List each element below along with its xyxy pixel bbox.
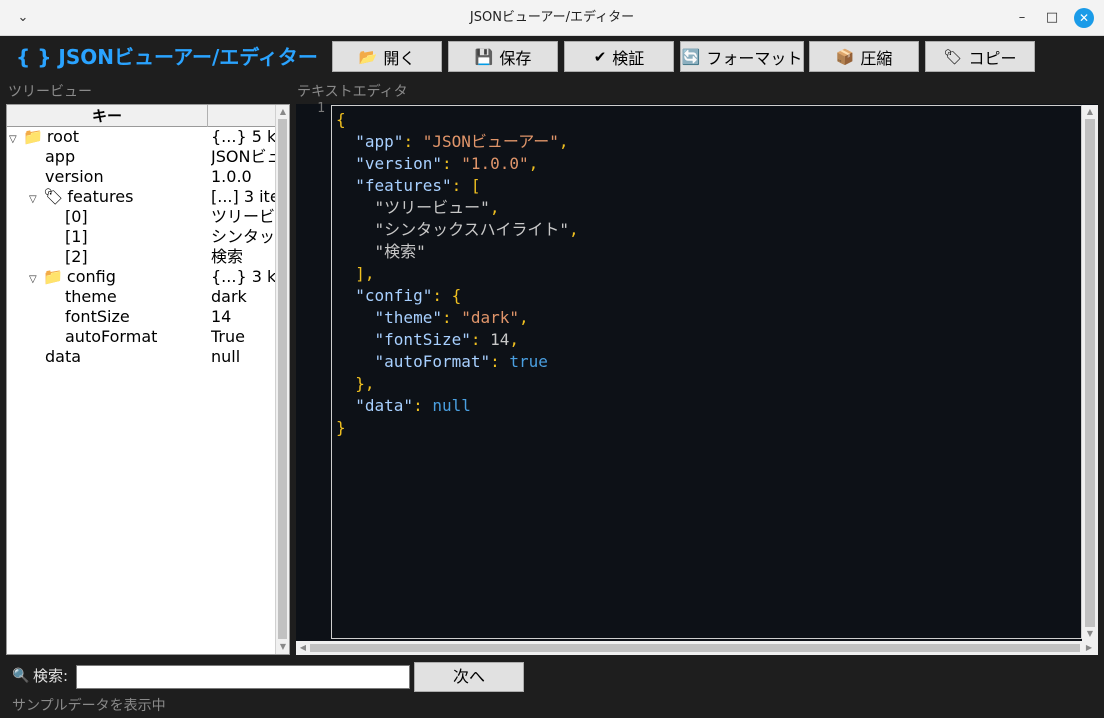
tree-value: dark [211,287,247,306]
tree-row-feature-0[interactable]: [0] ツリービュー [7,207,275,227]
tree-value: {...} 5 keys [211,127,275,146]
tree-key: config [66,267,116,286]
status-text: サンプルデータを表示中 [12,698,166,714]
tree-value: [...] 3 items [211,187,275,206]
tree-row-theme[interactable]: theme dark [7,287,275,307]
tree-key: fontSize [65,307,130,326]
tag-icon: 🏷 [43,187,64,206]
editor-hscroll-thumb[interactable] [310,644,1080,652]
refresh-icon: 🔄 [681,47,701,66]
tree-key: [2] [65,247,88,266]
tree-key: [1] [65,227,88,246]
magnifier-icon: 🔍 [12,668,30,684]
tree-row-autoformat[interactable]: autoFormat True [7,327,275,347]
tree-value: シンタックスハイライト [211,227,275,246]
tree-value: ツリービュー [211,207,275,226]
line-number-gutter: 1 [296,101,331,641]
folder-icon: 📁 [23,127,43,146]
tree-value: JSONビューアー [211,147,275,166]
maximize-button[interactable]: □ [1042,8,1062,28]
tree-key: theme [65,287,117,306]
format-button-label: フォーマット [706,48,803,68]
tree-row-feature-1[interactable]: [1] シンタックスハイライト [7,227,275,247]
scroll-down-icon[interactable]: ▼ [276,640,289,654]
tree-key: [0] [65,207,88,226]
tree-key: autoFormat [65,327,158,346]
tree-row-feature-2[interactable]: [2] 検索 [7,247,275,267]
save-button-label: 保存 [499,48,532,68]
column-header-key[interactable]: キー [7,105,208,127]
tree-row-version[interactable]: version 1.0.0 [7,167,275,187]
tree-value: {...} 3 keys [211,267,275,286]
open-button[interactable]: 📂 開く [332,41,442,72]
tree-scroll-thumb[interactable] [278,119,287,639]
close-button[interactable]: ✕ [1074,8,1094,28]
validate-button-label: 検証 [612,48,645,68]
save-button[interactable]: 💾 保存 [448,41,558,72]
scroll-right-icon[interactable]: ▶ [1082,641,1096,655]
window-title: JSONビューアー/エディター [469,10,635,25]
copy-button-label: コピー [968,48,1017,68]
editor-vscroll-thumb[interactable] [1085,119,1095,627]
minimize-button[interactable]: – [1012,8,1032,28]
tree-value: 14 [211,307,232,326]
scroll-up-icon[interactable]: ▲ [276,105,289,119]
checkmark-icon: ✔ [593,47,607,66]
tag-icon: 🏷 [943,47,963,66]
tree-header: キー [7,105,275,127]
tree-value: 1.0.0 [211,167,252,186]
folder-icon: 📁 [43,267,63,286]
code-textarea[interactable]: { "app": "JSONビューアー", "version": "1.0.0"… [331,105,1082,639]
tree-row-config[interactable]: ▽📁config {...} 3 keys [7,267,275,287]
scroll-left-icon[interactable]: ◀ [296,641,310,655]
tree-vertical-scrollbar[interactable]: ▲ ▼ [275,105,289,654]
tree-value: null [211,347,241,366]
window-titlebar: ⌄ JSONビューアー/エディター – □ ✕ [0,0,1104,36]
editor-vertical-scrollbar[interactable]: ▲ ▼ [1082,105,1098,641]
tree-key: features [67,187,134,206]
tree-row-features[interactable]: ▽🏷features [...] 3 items [7,187,275,207]
search-label: 検索: [33,667,69,685]
scroll-up-icon[interactable]: ▲ [1082,105,1098,119]
editor-section-label: テキストエディタ [297,84,408,100]
editor-horizontal-scrollbar[interactable]: ◀ ▶ [296,641,1098,655]
tree-row-root[interactable]: ▽📁root {...} 5 keys [7,127,275,147]
search-input[interactable] [76,665,410,689]
package-icon: 📦 [835,47,855,66]
open-button-label: 開く [383,48,416,68]
line-number: 1 [317,101,325,116]
tree-key: data [45,347,82,366]
tree-value: 検索 [211,247,244,266]
tree-row-data[interactable]: data null [7,347,275,367]
validate-button[interactable]: ✔ 検証 [564,41,674,72]
tree-section-label: ツリービュー [8,84,92,100]
floppy-disk-icon: 💾 [474,47,494,66]
tree-key: version [45,167,104,186]
tree-row-app[interactable]: app JSONビューアー [7,147,275,167]
text-editor: 1 { "app": "JSONビューアー", "version": "1.0.… [296,101,1098,655]
compress-button-label: 圧縮 [860,48,893,68]
tree-key: app [45,147,76,166]
tree-body: ▽📁root {...} 5 keys app JSONビューアー versio… [7,127,275,654]
tree-value: True [211,327,245,346]
scroll-down-icon[interactable]: ▼ [1082,627,1098,641]
compress-button[interactable]: 📦 圧縮 [809,41,919,72]
tree-row-fontsize[interactable]: fontSize 14 [7,307,275,327]
tree-key: root [46,127,79,146]
next-button[interactable]: 次へ [414,662,524,692]
folder-open-icon: 📂 [358,47,378,66]
app-title: { } JSONビューアー/エディター [16,45,318,69]
app-header: { } JSONビューアー/エディター 📂 開く 💾 保存 ✔ 検証 🔄 フォー… [0,36,1104,78]
format-button[interactable]: 🔄 フォーマット [680,41,804,72]
tree-view[interactable]: キー ▽📁root {...} 5 keys app JSONビューアー ver… [6,104,290,655]
copy-button[interactable]: 🏷 コピー [925,41,1035,72]
